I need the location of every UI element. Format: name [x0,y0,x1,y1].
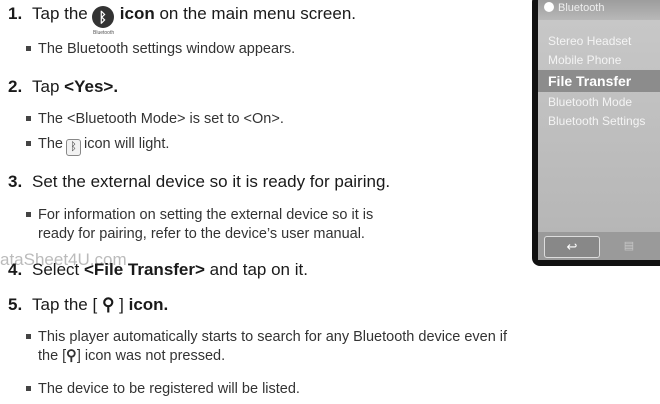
screen-title: Bluetooth [544,2,604,14]
menu-item-file-transfer[interactable]: File Transfer [538,70,660,92]
search-icon: ⚲ [101,295,115,314]
step-5: 5. Tap the [ ⚲ ] icon. [8,295,169,314]
step-2: 2. Tap <Yes>. [8,77,119,96]
bluetooth-small-icon: ᛒ [66,139,81,156]
menu-button[interactable]: ▤ [604,236,654,256]
step-1: 1. Tap the ᛒ icon on the main menu screen. [8,4,356,28]
bluetooth-icon [544,2,554,12]
back-button[interactable]: ↩ [544,236,600,258]
step-2-bullet-1: The <Bluetooth Mode> is set to <On>. [26,111,284,127]
step-3: 3. Set the external device so it is ready… [8,172,391,191]
step-1-bullet: The Bluetooth settings window appears. [25,41,296,57]
screen-bottom-bar: ↩ ▤ [538,232,660,260]
icon-caption: Bluetooth [93,30,115,36]
step-2-bullet-2: The ᛒ icon will light. [25,135,169,156]
device-screen: Bluetooth Stereo Headset Mobile Phone Fi… [538,0,660,260]
step-5-bullet-1: This player automatically starts to sear… [25,329,508,364]
step-3-bullet: For information on setting the external … [25,207,374,242]
step-5-bullet-2: The device to be registered will be list… [26,381,300,397]
bluetooth-icon: ᛒ [91,6,114,28]
device-screenshot: Bluetooth Stereo Headset Mobile Phone Fi… [532,0,660,266]
menu-item-mobile-phone[interactable]: Mobile Phone [548,53,621,67]
menu-item-stereo-headset[interactable]: Stereo Headset [548,34,631,48]
step-4: 4. Select <File Transfer> and tap on it. [8,260,308,279]
menu-item-bluetooth-mode[interactable]: Bluetooth Mode [548,95,632,109]
menu-item-bluetooth-settings[interactable]: Bluetooth Settings [548,114,645,128]
search-icon: ⚲ [66,348,77,364]
